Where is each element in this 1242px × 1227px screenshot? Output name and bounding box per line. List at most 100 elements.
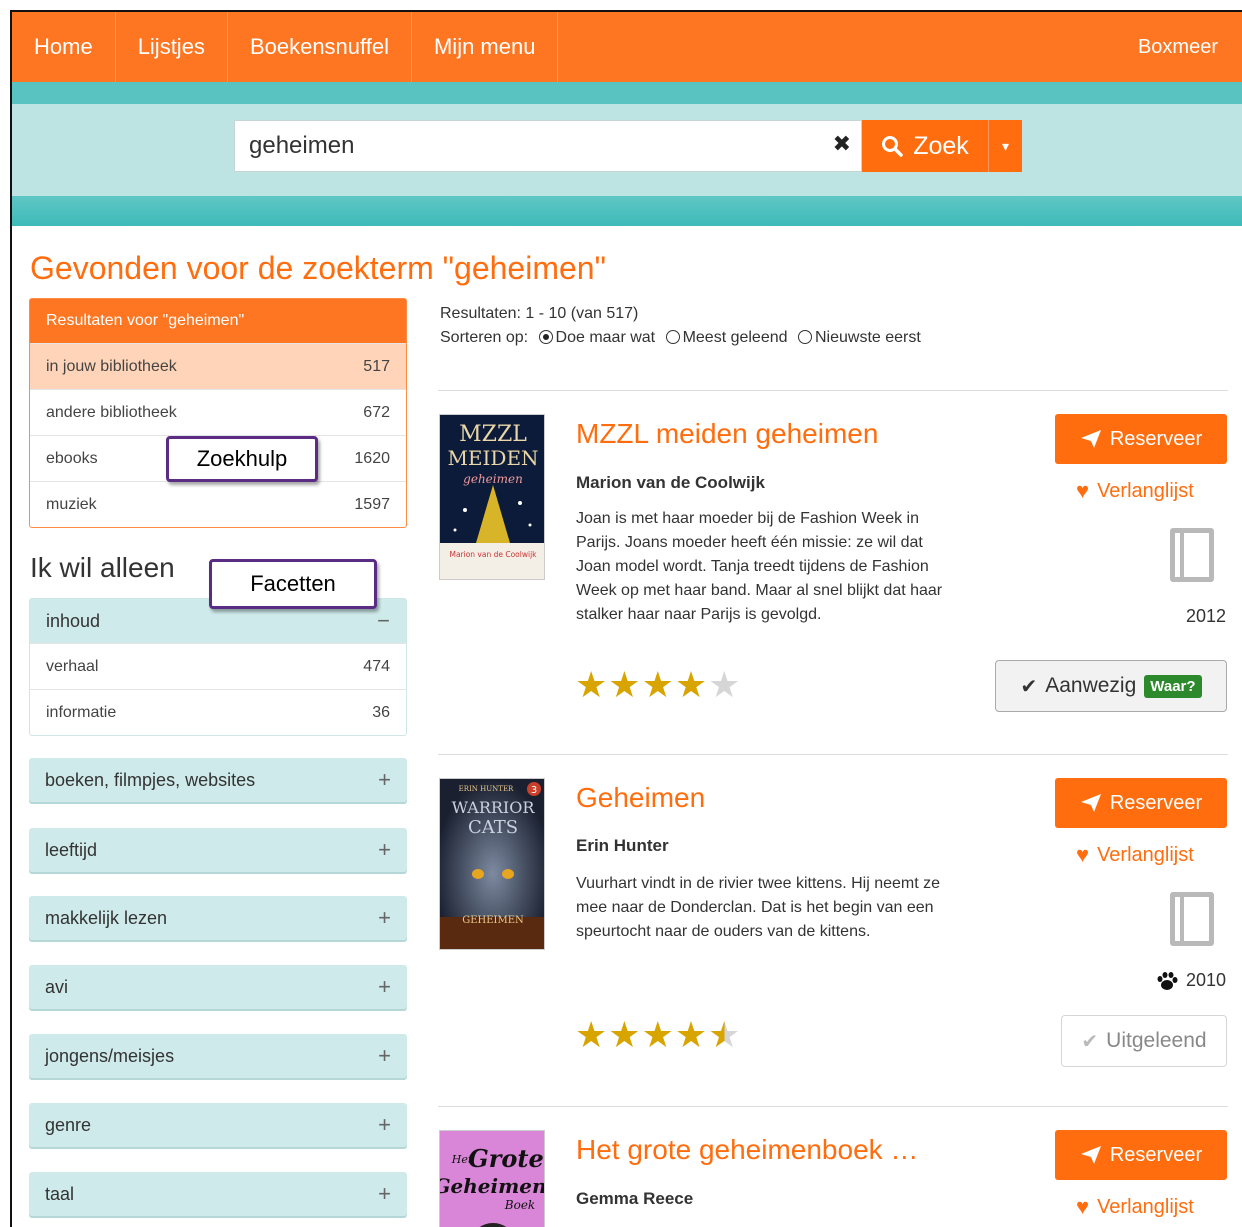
- half-star-icon: ★: [708, 1014, 742, 1055]
- cover-art: 3 ERIN HUNTER WARRIOR CATS GEHEIMEN: [440, 779, 544, 949]
- star-icon: ★: [674, 1014, 709, 1055]
- facet-toggle[interactable]: jongens/meisjes +: [29, 1034, 407, 1078]
- expand-icon: +: [378, 837, 391, 862]
- cover-text: MEIDEN: [447, 446, 538, 470]
- callout-facetten: Facetten: [209, 559, 377, 609]
- sort-options: Sorteren op: Doe maar wat Meest geleend …: [440, 326, 921, 350]
- divider: [438, 754, 1228, 755]
- sort-radio[interactable]: [665, 330, 680, 344]
- facet-option[interactable]: informatie 36: [30, 689, 406, 735]
- star-icon: ★: [608, 664, 642, 705]
- reserve-button[interactable]: Reserveer: [1055, 1130, 1227, 1180]
- facet-option[interactable]: verhaal 474: [30, 643, 406, 689]
- facet-label: avi: [45, 976, 69, 997]
- book-format-icon: [1170, 892, 1214, 946]
- sort-radio[interactable]: [538, 330, 553, 344]
- wishlist-link[interactable]: ♥ Verlanglijst: [1076, 478, 1194, 504]
- source-row[interactable]: in jouw bibliotheek 517: [30, 343, 406, 389]
- source-label: in jouw bibliotheek: [46, 357, 177, 375]
- search-input[interactable]: [249, 131, 809, 161]
- year-value: 2010: [1185, 970, 1226, 990]
- reserve-label: Reserveer: [1109, 1143, 1203, 1166]
- facet-toggle[interactable]: avi +: [29, 965, 407, 1009]
- facet-inhoud: inhoud − verhaal 474 informatie 36: [29, 598, 407, 736]
- top-nav: Home Lijstjes Boekensnuffel Mijn menu Bo…: [12, 12, 1242, 82]
- book-cover[interactable]: MZZL MEIDEN geheimen Marion van de Coolw…: [439, 414, 545, 580]
- wishlist-link[interactable]: ♥ Verlanglijst: [1076, 842, 1194, 868]
- check-icon: ✔: [1020, 675, 1038, 698]
- availability-button[interactable]: ✔ Uitgeleend: [1061, 1015, 1227, 1067]
- cover-text: MZZL: [459, 422, 527, 447]
- star-icon: ★: [575, 1014, 609, 1055]
- cover-text: CATS: [468, 817, 518, 838]
- facet-label: boeken, filmpjes, websites: [45, 769, 256, 790]
- expand-icon: +: [378, 1043, 391, 1068]
- divider: [438, 1106, 1228, 1107]
- book-format-icon: [1170, 528, 1214, 582]
- star-icon: ★: [641, 1014, 675, 1055]
- book-cover[interactable]: 3 ERIN HUNTER WARRIOR CATS GEHEIMEN: [439, 778, 545, 950]
- source-row[interactable]: muziek 1597: [30, 481, 406, 527]
- results-meta: Resultaten: 1 - 10 (van 517) Sorteren op…: [440, 302, 921, 350]
- source-count: 1597: [354, 495, 390, 513]
- facet-label: genre: [45, 1114, 92, 1135]
- star-icon: ★: [641, 664, 675, 705]
- source-row[interactable]: andere bibliotheek 672: [30, 389, 406, 435]
- facet-option-label: verhaal: [46, 657, 99, 675]
- sort-label: Sorteren op:: [440, 329, 529, 346]
- book-author[interactable]: Gemma Reece: [576, 1189, 693, 1209]
- cover-text: ERIN HUNTER: [459, 785, 514, 793]
- search-box: ✖: [234, 120, 862, 172]
- cover-text: Grote: [468, 1144, 544, 1173]
- where-badge[interactable]: Waar?: [1144, 674, 1202, 698]
- facet-toggle[interactable]: leeftijd +: [29, 828, 407, 872]
- source-label: ebooks: [46, 449, 98, 467]
- sort-option-label: Meest geleend: [682, 329, 788, 346]
- book-author[interactable]: Marion van de Coolwijk: [576, 473, 765, 493]
- reserve-button[interactable]: Reserveer: [1055, 414, 1227, 464]
- page-title: Gevonden voor de zoekterm "geheimen": [30, 250, 606, 286]
- cover-text: Boek: [504, 1198, 535, 1212]
- book-year: 2010: [1156, 970, 1226, 991]
- search-options-dropdown[interactable]: ▾: [988, 120, 1022, 172]
- reserve-button[interactable]: Reserveer: [1055, 778, 1227, 828]
- facet-toggle[interactable]: boeken, filmpjes, websites +: [29, 758, 407, 802]
- nav-lijstjes[interactable]: Lijstjes: [116, 12, 228, 82]
- book-description: Vuurhart vindt in de rivier twee kittens…: [576, 875, 941, 940]
- results-source-panel: Resultaten voor "geheimen" in jouw bibli…: [29, 298, 407, 528]
- availability-button[interactable]: ✔ Aanwezig Waar?: [995, 660, 1227, 712]
- book-title[interactable]: MZZL meiden geheimen: [576, 418, 878, 450]
- book-title[interactable]: Het grote geheimenboek …: [576, 1134, 918, 1166]
- book-title[interactable]: Geheimen: [576, 782, 705, 814]
- nav-location[interactable]: Boxmeer: [1138, 12, 1218, 82]
- nav-mijn-menu[interactable]: Mijn menu: [412, 12, 559, 82]
- clear-icon[interactable]: ✖: [833, 131, 851, 157]
- results-source-header: Resultaten voor "geheimen": [30, 299, 406, 343]
- facet-label: makkelijk lezen: [45, 907, 168, 928]
- star-icon: ★: [608, 1014, 642, 1055]
- facet-toggle[interactable]: makkelijk lezen +: [29, 896, 407, 940]
- nav-home[interactable]: Home: [12, 12, 116, 82]
- rating-stars: ★★★★★: [575, 1014, 741, 1056]
- sort-option-label: Doe maar wat: [555, 329, 656, 346]
- search-button[interactable]: Zoek: [862, 120, 988, 172]
- book-year: 2012: [1186, 606, 1226, 627]
- cover-text: geheimen: [463, 472, 523, 486]
- source-label: andere bibliotheek: [46, 403, 177, 421]
- facet-label: jongens/meisjes: [45, 1045, 175, 1066]
- facet-option-label: informatie: [46, 703, 117, 721]
- cover-text: Marion van de Coolwijk: [449, 550, 537, 559]
- heart-icon: ♥: [1076, 478, 1090, 503]
- collapse-icon: −: [377, 608, 390, 633]
- search-button-label: Zoek: [913, 131, 969, 160]
- expand-icon: +: [378, 767, 391, 792]
- facet-toggle[interactable]: taal +: [29, 1172, 407, 1216]
- wishlist-link[interactable]: ♥ Verlanglijst: [1076, 1194, 1194, 1220]
- book-author[interactable]: Erin Hunter: [576, 836, 669, 856]
- sort-option-label: Nieuwste eerst: [814, 329, 921, 346]
- paw-icon: [1157, 971, 1178, 990]
- book-cover[interactable]: Het Grote Geheimen Boek: [439, 1130, 545, 1227]
- facet-toggle[interactable]: genre +: [29, 1103, 407, 1147]
- nav-boekensnuffel[interactable]: Boekensnuffel: [228, 12, 412, 82]
- sort-radio[interactable]: [797, 330, 812, 344]
